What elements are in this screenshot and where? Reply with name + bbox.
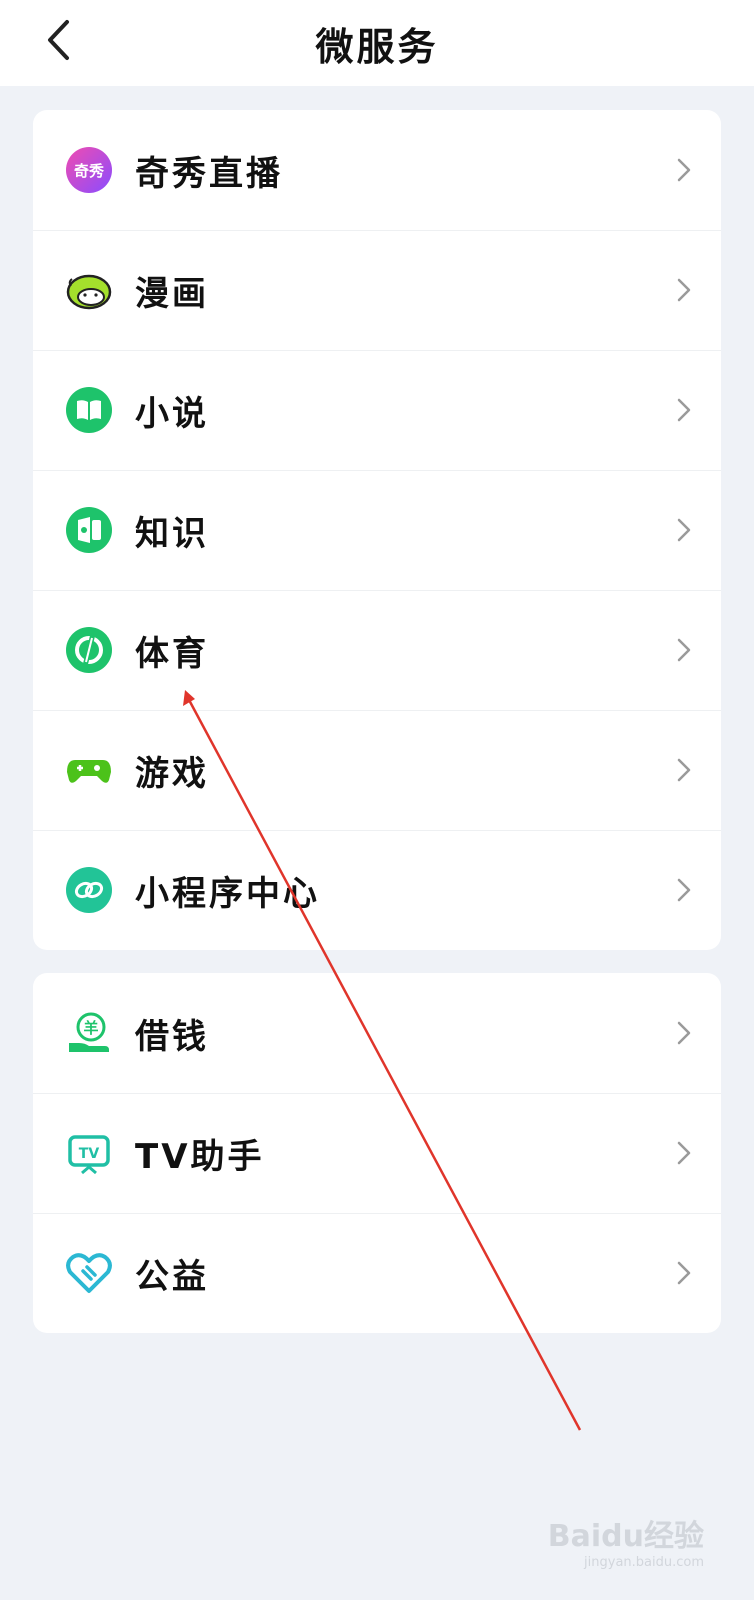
svg-text:奇秀: 奇秀 xyxy=(74,162,105,180)
comic-icon xyxy=(65,266,113,314)
qixiu-live-icon: 奇秀 xyxy=(65,146,113,194)
menu-item-knowledge[interactable]: 知识 xyxy=(33,470,721,590)
chevron-left-icon xyxy=(45,19,71,65)
chevron-right-icon xyxy=(677,518,691,542)
chevron-right-icon xyxy=(677,1261,691,1285)
chevron-right-icon xyxy=(677,1021,691,1045)
service-group-main: 奇秀 奇秀直播 漫画 小说 知识 体育 游戏 小程序中心 xyxy=(33,110,721,950)
chevron-right-icon xyxy=(677,398,691,422)
back-button[interactable] xyxy=(36,18,80,66)
chevron-right-icon xyxy=(677,758,691,782)
menu-item-comic[interactable]: 漫画 xyxy=(33,230,721,350)
tv-icon: TV xyxy=(65,1129,113,1177)
service-group-extra: 羊 借钱 TV TV助手 公益 xyxy=(33,973,721,1333)
loan-icon: 羊 xyxy=(65,1009,113,1057)
page-title: 微服务 xyxy=(315,24,439,69)
mini-program-icon xyxy=(65,866,113,914)
menu-item-games[interactable]: 游戏 xyxy=(33,710,721,830)
menu-item-tv-assistant[interactable]: TV TV助手 xyxy=(33,1093,721,1213)
chevron-right-icon xyxy=(677,638,691,662)
menu-item-label: 体育 xyxy=(135,633,209,674)
knowledge-icon xyxy=(65,506,113,554)
heart-icon xyxy=(65,1249,113,1297)
sports-icon xyxy=(65,626,113,674)
chevron-right-icon xyxy=(677,1141,691,1165)
menu-item-novel[interactable]: 小说 xyxy=(33,350,721,470)
book-icon xyxy=(65,386,113,434)
menu-item-label: 公益 xyxy=(135,1256,209,1297)
menu-item-label: 漫画 xyxy=(135,273,209,314)
chevron-right-icon xyxy=(677,158,691,182)
baidu-watermark: Baidu经验 jingyan.baidu.com xyxy=(548,1511,704,1570)
watermark-sub: jingyan.baidu.com xyxy=(584,1555,704,1570)
menu-item-label: 小程序中心 xyxy=(135,873,320,914)
menu-item-mini-program-center[interactable]: 小程序中心 xyxy=(33,830,721,950)
menu-item-label: 知识 xyxy=(135,513,209,554)
top-bar: 微服务 xyxy=(0,0,754,86)
svg-text:TV: TV xyxy=(79,1146,100,1162)
chevron-right-icon xyxy=(677,278,691,302)
svg-text:羊: 羊 xyxy=(83,1019,98,1037)
menu-item-label: TV助手 xyxy=(135,1136,265,1177)
menu-item-label: 游戏 xyxy=(135,753,209,794)
menu-item-label: 借钱 xyxy=(135,1016,209,1057)
menu-item-loan[interactable]: 羊 借钱 xyxy=(33,973,721,1093)
gamepad-icon xyxy=(65,746,113,794)
menu-item-qixiu-live[interactable]: 奇秀 奇秀直播 xyxy=(33,110,721,230)
menu-item-label: 小说 xyxy=(135,393,209,434)
menu-item-charity[interactable]: 公益 xyxy=(33,1213,721,1333)
menu-item-sports[interactable]: 体育 xyxy=(33,590,721,710)
chevron-right-icon xyxy=(677,878,691,902)
menu-item-label: 奇秀直播 xyxy=(135,153,283,194)
watermark-text: Baidu经验 xyxy=(547,1519,704,1554)
